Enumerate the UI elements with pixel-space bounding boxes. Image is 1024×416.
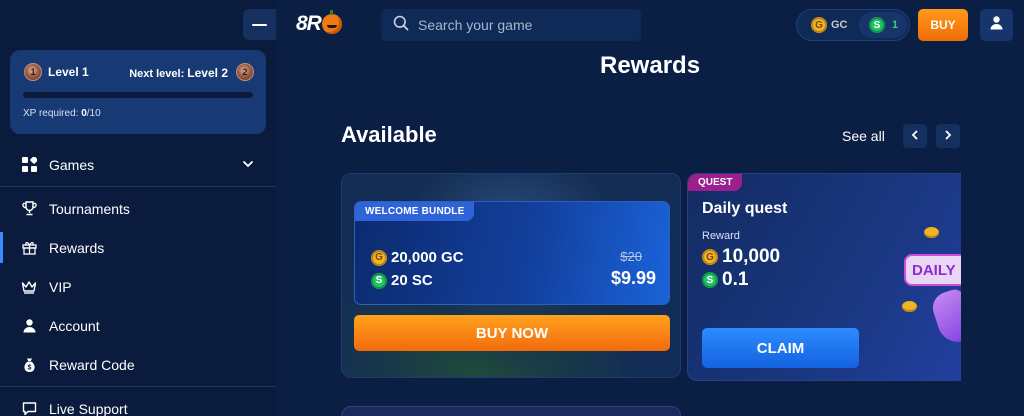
next-level: Next level: Level 2 [129,66,228,80]
money-bag-icon: $ [21,357,37,373]
nav-divider [0,386,276,387]
user-icon [989,15,1004,35]
sc-reward-text: 0.1 [722,269,749,290]
search-placeholder: Search your game [418,17,533,33]
level-badge-icon: 1 [24,63,42,81]
current-level: Level 1 [48,65,89,79]
quest-sc-reward: S 0.1 [702,269,748,291]
welcome-bundle-card: WELCOME BUNDLE G 20,000 GC S 20 SC $20 $… [341,173,681,378]
nav-divider [0,186,276,187]
coin-decoration-icon [924,227,939,238]
xp-required: XP required: 0/10 [23,108,101,119]
buy-now-button[interactable]: BUY NOW [354,315,670,351]
gc-balance[interactable]: G GC [811,17,848,33]
bundle-sc-amount: S 20 SC [371,272,433,289]
trophy-icon [21,201,37,217]
sidebar-item-tournaments[interactable]: Tournaments [0,189,276,228]
gift-icon [21,240,37,256]
chevron-right-icon [943,127,953,145]
sale-price: $9.99 [610,268,656,288]
reward-label: Reward [702,230,740,242]
carousel-prev-button[interactable] [903,124,927,148]
menu-toggle-button[interactable] [243,9,276,40]
bundle-tag: WELCOME BUNDLE [355,202,475,221]
svg-text:$: $ [27,364,31,371]
gold-coin-icon: G [811,17,827,33]
claim-button[interactable]: CLAIM [702,328,859,368]
user-icon [21,318,37,334]
sc-value: 1 [892,19,899,31]
level-progress-card: 1 Level 1 Next level: Level 2 2 XP requi… [10,50,266,134]
sidebar-item-label: Tournaments [49,200,130,217]
pumpkin-icon [321,10,342,34]
xp-progress-bar [23,92,253,98]
crown-icon [21,279,37,295]
sweeps-coin-icon: S [869,17,885,33]
coin-decoration-icon [902,301,917,312]
search-input[interactable]: Search your game [381,9,641,41]
daily-quest-illustration: DAILY [888,219,961,349]
buy-button[interactable]: BUY [918,9,968,41]
quest-title: Daily quest [702,200,788,217]
user-profile-button[interactable] [980,9,1013,41]
sidebar-item-games[interactable]: Games [0,145,276,184]
sidebar-item-vip[interactable]: VIP [0,267,276,306]
gc-reward-text: 10,000 [722,246,781,267]
xp-total: /10 [86,108,101,119]
site-logo[interactable]: 8R [296,10,342,36]
chat-icon [21,401,37,416]
chevron-down-icon[interactable] [242,157,254,173]
chevron-left-icon [910,127,920,145]
next-level-value: Level 2 [187,66,228,80]
currency-balance[interactable]: G GC S 1 [796,9,910,41]
sc-balance[interactable]: S 1 [859,12,907,38]
gc-label: GC [831,19,848,31]
sweeps-coin-icon: S [371,272,387,289]
bundle-offer-panel: WELCOME BUNDLE G 20,000 GC S 20 SC $20 $… [354,201,670,305]
section-title: Available [341,122,437,147]
sc-amount-text: 20 SC [391,272,433,289]
see-all-link[interactable]: See all [842,128,885,144]
logo-text: 8R [296,12,322,35]
quest-tag: QUEST [688,174,743,191]
hamburger-icon [252,23,267,26]
sidebar-item-live-support[interactable]: Live Support [0,389,276,416]
daily-quest-card: QUEST Daily quest Reward G 10,000 S 0.1 … [687,173,961,381]
gold-coin-icon: G [371,249,387,266]
search-icon [393,15,409,36]
sidebar-item-label: Account [49,317,100,334]
carousel-next-button[interactable] [936,124,960,148]
bundle-gc-amount: G 20,000 GC [371,249,464,266]
sidebar-item-label: VIP [49,278,72,295]
sidebar-item-reward-code[interactable]: $ Reward Code [0,345,276,384]
original-price: $20 [620,249,642,264]
sidebar-item-label: Live Support [49,400,128,416]
quest-gc-reward: G 10,000 [702,246,780,268]
sidebar-item-label: Rewards [49,239,105,256]
games-grid-icon [21,157,37,173]
sidebar-nav: Games Tournaments Rewards VIP Account $ … [0,145,276,416]
sidebar-item-label: Games [49,156,95,173]
sidebar-item-label: Reward Code [49,356,135,373]
next-level-prefix: Next level: [129,68,185,80]
next-level-badge-icon: 2 [236,63,254,81]
xp-label: XP required: [23,108,79,119]
next-reward-card [341,406,681,416]
gold-coin-icon: G [702,249,718,265]
sweeps-coin-icon: S [702,272,718,288]
pointing-hand-icon [928,287,961,347]
sidebar-item-rewards[interactable]: Rewards [0,228,276,267]
gc-amount-text: 20,000 GC [391,249,464,266]
sidebar: 1 Level 1 Next level: Level 2 2 XP requi… [0,0,276,416]
sidebar-item-account[interactable]: Account [0,306,276,345]
daily-sign: DAILY [904,254,961,286]
page-title: Rewards [600,52,701,79]
